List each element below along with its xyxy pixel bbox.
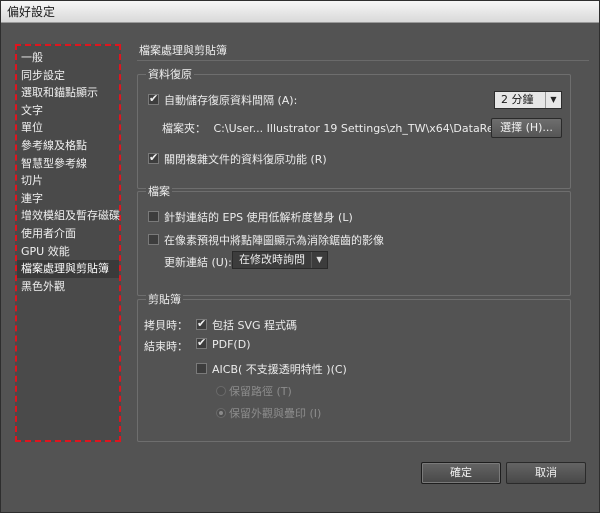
window-titlebar: 偏好設定 bbox=[1, 1, 599, 23]
eps-label: 針對連結的 EPS 使用低解析度替身 (L) bbox=[164, 211, 353, 224]
autosave-checkbox[interactable] bbox=[148, 92, 159, 105]
sidebar-item-type[interactable]: 文字 bbox=[17, 102, 119, 120]
preserve-paths-label: 保留路徑 (T) bbox=[229, 385, 292, 398]
folder-row: 檔案夾： C:\User... Illustrator 19 Settings\… bbox=[162, 120, 531, 136]
sidebar-item-user-interface[interactable]: 使用者介面 bbox=[17, 225, 119, 243]
preserve-appearance-radio[interactable] bbox=[216, 408, 226, 418]
pixel-preview-label: 在像素預視中將點陣圖顯示為消除鋸齒的影像 bbox=[164, 234, 384, 247]
folder-path: C:\User... Illustrator 19 Settings\zh_TW… bbox=[213, 122, 531, 135]
cancel-button[interactable]: 取消 bbox=[506, 462, 586, 484]
sidebar-item-slices[interactable]: 切片 bbox=[17, 172, 119, 190]
interval-value: 2 分鐘 bbox=[501, 93, 534, 106]
sidebar-item-black-appearance[interactable]: 黑色外觀 bbox=[17, 278, 119, 296]
quit-label: 結束時： bbox=[144, 340, 188, 353]
window-title: 偏好設定 bbox=[7, 5, 56, 19]
clipboard-group: 剪貼簿 拷貝時： 包括 SVG 程式碼 結束時： PDF(D) AICB( 不支… bbox=[137, 291, 571, 442]
svg-label: 包括 SVG 程式碼 bbox=[212, 319, 298, 332]
pixel-preview-checkbox[interactable] bbox=[148, 234, 159, 245]
eps-row: 針對連結的 EPS 使用低解析度替身 (L) bbox=[148, 209, 353, 225]
preserve-appearance-label: 保留外觀與疊印 (I) bbox=[229, 407, 322, 420]
preserve-appearance-row: 保留外觀與疊印 (I) bbox=[216, 405, 321, 421]
svg-checkbox[interactable] bbox=[196, 317, 207, 330]
sidebar-item-guides-grid[interactable]: 參考線及格點 bbox=[17, 137, 119, 155]
files-legend: 檔案 bbox=[146, 183, 172, 199]
update-links-value: 在修改時詢問 bbox=[239, 253, 305, 266]
eps-checkbox[interactable] bbox=[148, 211, 159, 222]
choose-folder-button[interactable]: 選擇 (H)... bbox=[491, 118, 562, 138]
pixel-preview-row: 在像素預視中將點陣圖顯示為消除鋸齒的影像 bbox=[148, 232, 384, 248]
svg-row: 包括 SVG 程式碼 bbox=[196, 317, 297, 333]
preserve-paths-radio[interactable] bbox=[216, 386, 226, 396]
folder-label: 檔案夾： bbox=[162, 122, 206, 135]
sidebar-item-selection-anchor[interactable]: 選取和錨點顯示 bbox=[17, 84, 119, 102]
disable-complex-label: 關閉複雜文件的資料復原功能 (R) bbox=[164, 153, 327, 166]
update-links-dropdown[interactable]: 在修改時詢問 ▼ bbox=[232, 251, 328, 269]
aicb-row: AICB( 不支援透明特性 )(C) bbox=[196, 361, 347, 377]
aicb-label: AICB( 不支援透明特性 )(C) bbox=[212, 363, 347, 376]
ok-button[interactable]: 確定 bbox=[421, 462, 501, 484]
sidebar-item-gpu-performance[interactable]: GPU 效能 bbox=[17, 243, 119, 261]
aicb-checkbox[interactable] bbox=[196, 363, 207, 374]
dialog-body: 一般 同步設定 選取和錨點顯示 文字 單位 參考線及格點 智慧型參考線 切片 連… bbox=[1, 24, 599, 512]
chevron-down-icon: ▼ bbox=[545, 92, 561, 108]
preserve-paths-row: 保留路徑 (T) bbox=[216, 383, 292, 399]
sidebar-item-general[interactable]: 一般 bbox=[17, 49, 119, 67]
data-recovery-group: 資料復原 自動儲存復原資料間隔 (A): 2 分鐘 ▼ 檔案夾： C:\User… bbox=[137, 66, 571, 189]
sidebar-item-units[interactable]: 單位 bbox=[17, 119, 119, 137]
sidebar-item-smart-guides[interactable]: 智慧型參考線 bbox=[17, 155, 119, 173]
autosave-label: 自動儲存復原資料間隔 (A): bbox=[164, 94, 298, 107]
sidebar-item-file-handling-clipboard[interactable]: 檔案處理與剪貼簿 bbox=[17, 260, 119, 278]
pdf-row: PDF(D) bbox=[196, 336, 251, 351]
files-group: 檔案 針對連結的 EPS 使用低解析度替身 (L) 在像素預視中將點陣圖顯示為消… bbox=[137, 183, 571, 296]
pdf-checkbox[interactable] bbox=[196, 336, 207, 349]
interval-dropdown[interactable]: 2 分鐘 ▼ bbox=[494, 91, 562, 109]
chevron-down-icon: ▼ bbox=[311, 252, 327, 268]
clipboard-legend: 剪貼簿 bbox=[146, 291, 183, 307]
copy-label: 拷貝時： bbox=[144, 319, 188, 332]
disable-complex-checkbox[interactable] bbox=[148, 151, 159, 164]
update-links-label: 更新連結 (U): bbox=[164, 256, 232, 269]
preferences-window: 偏好設定 一般 同步設定 選取和錨點顯示 文字 單位 參考線及格點 智慧型參考線… bbox=[0, 0, 600, 513]
sidebar-item-plugins-scratch[interactable]: 增效模組及暫存磁碟 bbox=[17, 207, 120, 225]
pdf-label: PDF(D) bbox=[212, 338, 251, 351]
disable-complex-row: 關閉複雜文件的資料復原功能 (R) bbox=[148, 151, 327, 167]
title-divider bbox=[137, 60, 589, 61]
sidebar-item-hyphenation[interactable]: 連字 bbox=[17, 190, 119, 208]
page-title: 檔案處理與剪貼簿 bbox=[139, 44, 227, 57]
sidebar-item-sync-settings[interactable]: 同步設定 bbox=[17, 67, 119, 85]
autosave-row: 自動儲存復原資料間隔 (A): bbox=[148, 92, 297, 108]
category-sidebar: 一般 同步設定 選取和錨點顯示 文字 單位 參考線及格點 智慧型參考線 切片 連… bbox=[15, 44, 121, 442]
data-recovery-legend: 資料復原 bbox=[146, 66, 194, 82]
